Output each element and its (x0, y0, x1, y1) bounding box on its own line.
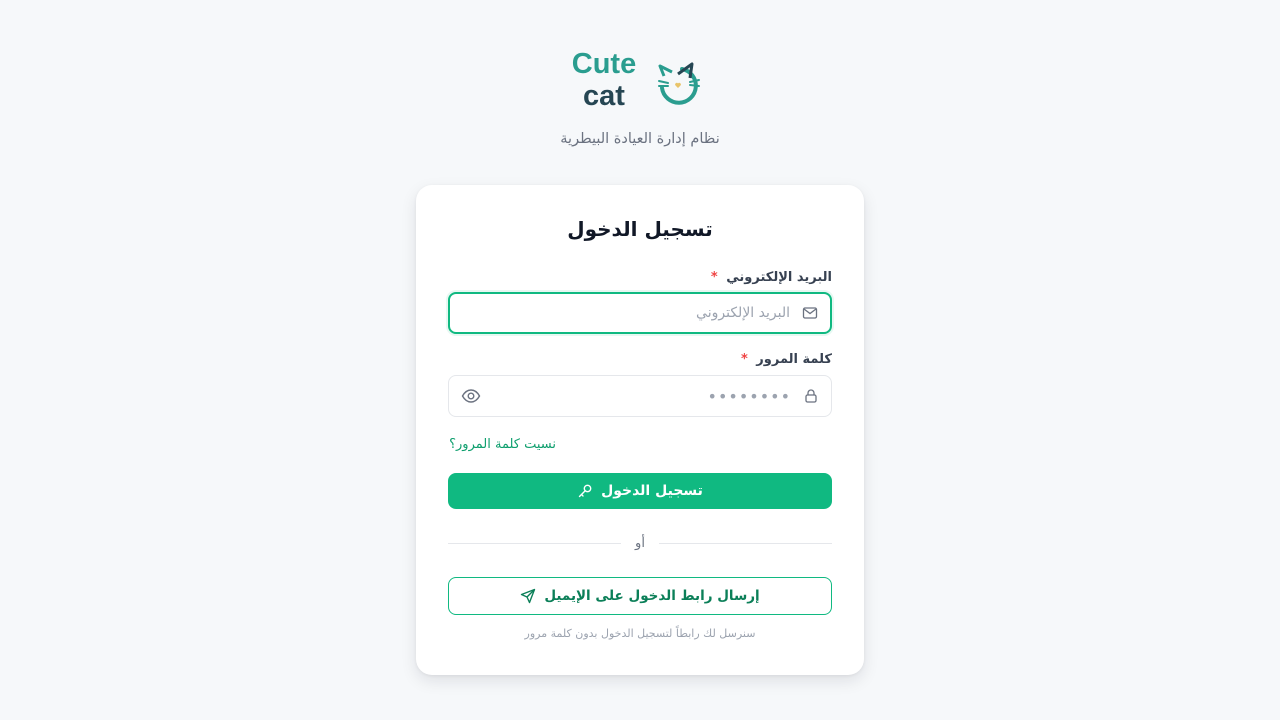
login-button[interactable]: تسجيل الدخول (448, 473, 832, 509)
send-icon (520, 588, 536, 604)
password-input[interactable]: •••••••• (493, 376, 791, 416)
lock-icon (803, 388, 819, 404)
password-masked-value: •••••••• (707, 386, 791, 406)
magic-link-button-label: إرسال رابط الدخول على الإيميل (544, 588, 760, 604)
brand-word-cat: cat (583, 80, 625, 112)
eye-icon[interactable] (461, 386, 481, 406)
divider-line-left (447, 542, 622, 544)
login-card: تسجيل الدخول البريد الإلكتروني * كلمة ال… (416, 185, 864, 675)
brand-wordmark: Cute cat (566, 48, 642, 112)
key-icon (577, 483, 593, 499)
or-divider: أو (447, 534, 832, 552)
required-mark: * (740, 352, 748, 367)
send-magic-link-button[interactable]: إرسال رابط الدخول على الإيميل (448, 577, 832, 615)
login-page: Cute cat نظام إدارة العيادة البيطرية تسج… (0, 0, 1280, 720)
password-label: كلمة المرور * (741, 352, 832, 367)
divider-text: أو (635, 535, 645, 551)
email-label-text: البريد الإلكتروني (726, 270, 832, 285)
email-label: البريد الإلكتروني * (711, 270, 832, 285)
password-field-wrapper: •••••••• (448, 375, 832, 417)
login-title: تسجيل الدخول (567, 217, 713, 241)
login-button-label: تسجيل الدخول (601, 483, 703, 499)
brand-word-cute: Cute (571, 48, 637, 80)
email-field-wrapper (448, 292, 832, 334)
divider-line-right (658, 542, 832, 544)
forgot-password-link[interactable]: نسيت كلمة المرور؟ (449, 437, 556, 452)
cat-face-icon (658, 62, 700, 105)
required-mark: * (710, 270, 718, 285)
magic-link-helper-text: سنرسل لك رابطاً لتسجيل الدخول بدون كلمة … (524, 627, 756, 640)
brand-logo: Cute cat (566, 46, 706, 114)
password-label-text: كلمة المرور (756, 352, 832, 367)
app-subtitle: نظام إدارة العيادة البيطرية (560, 131, 720, 147)
mail-icon (802, 305, 818, 321)
email-input[interactable] (450, 294, 830, 332)
